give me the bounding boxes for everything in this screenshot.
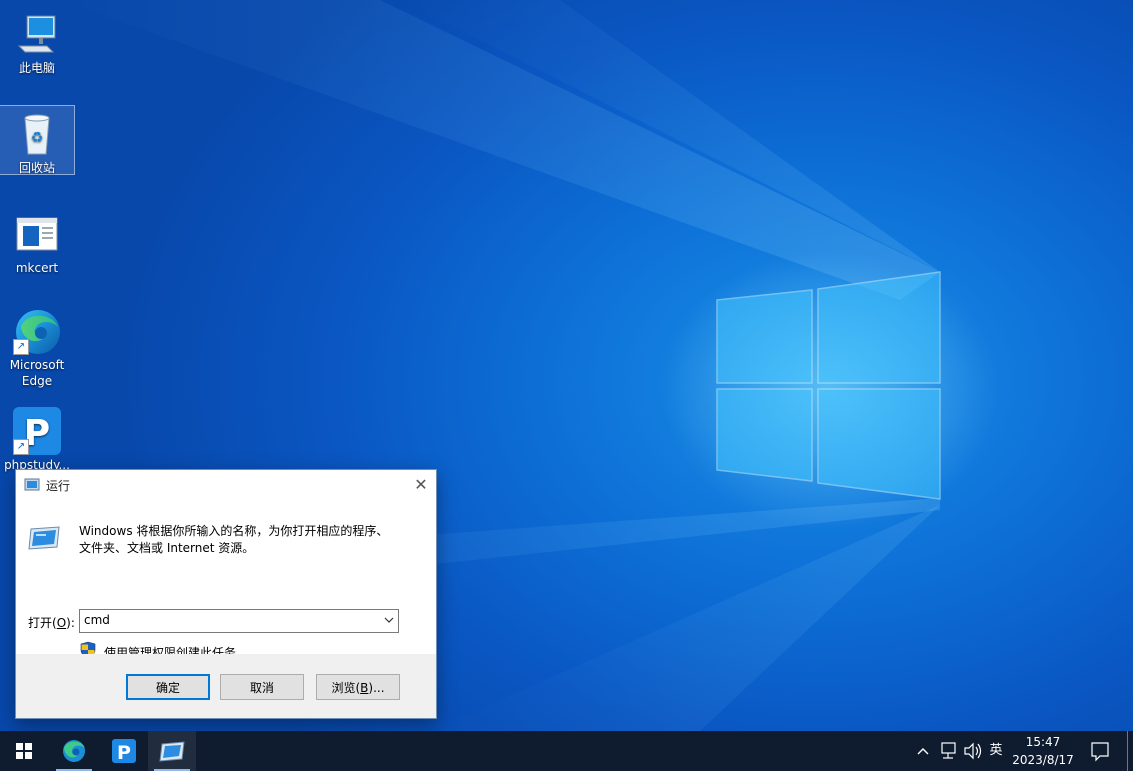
network-icon (941, 742, 956, 759)
run-dialog-title: 运行 (46, 479, 71, 493)
action-center[interactable] (1088, 731, 1112, 771)
network-tray[interactable] (938, 731, 960, 771)
clock[interactable]: 15:47 2023/8/17 (1008, 733, 1078, 769)
chevron-up-icon (917, 748, 929, 755)
taskbar-edge[interactable] (50, 731, 98, 771)
chevron-down-icon[interactable] (383, 614, 395, 629)
run-dialog-description: Windows 将根据你所输入的名称，为你打开相应的程序、 文件夹、文档或 In… (79, 524, 389, 555)
svg-text:♻: ♻ (31, 130, 44, 146)
desktop-icon-label: Edge (21, 374, 53, 388)
phpstudy-icon: P (112, 739, 136, 764)
taskbar-phpstudy[interactable]: P (100, 731, 148, 771)
browse-button[interactable]: 浏览(B)... (316, 674, 400, 700)
close-button[interactable]: ✕ (406, 470, 436, 500)
show-hidden-icons[interactable] (914, 731, 932, 771)
edge-icon (63, 740, 85, 762)
open-input-value: cmd (84, 613, 110, 627)
desktop-icon-phpstudy[interactable]: P ↗ phpstudy... (0, 403, 74, 473)
desktop-icon-this-pc[interactable]: 此电脑 (0, 6, 74, 76)
start-button[interactable] (0, 731, 48, 771)
windows-start-icon (16, 743, 32, 759)
desktop-icon-label: 回收站 (18, 161, 55, 175)
edge-icon: ↗ (13, 307, 61, 355)
shortcut-arrow-icon: ↗ (13, 439, 29, 455)
taskbar-run[interactable] (148, 731, 196, 771)
ok-button[interactable]: 确定 (126, 674, 210, 700)
notification-icon (1091, 742, 1109, 762)
windows-logo-wallpaper (716, 271, 941, 500)
run-icon (28, 526, 60, 553)
run-icon (24, 478, 40, 495)
clock-date: 2023/8/17 (1012, 753, 1074, 767)
speaker-icon (964, 742, 982, 760)
show-desktop-button[interactable] (1127, 731, 1128, 771)
desktop-icon-recycle-bin[interactable]: ♻ 回收站 (0, 105, 75, 175)
app-window-icon (13, 210, 61, 258)
open-label: 打开(O): (28, 616, 75, 630)
volume-tray[interactable] (962, 731, 984, 771)
taskbar: P 英 15:47 2023/8/17 (0, 731, 1133, 771)
run-dialog: 运行 ✕ Windows 将根据你所输入的名称，为你打开相应的程序、 文件夹、文… (15, 469, 437, 719)
phpstudy-icon: P ↗ (13, 407, 61, 455)
clock-time: 15:47 (1025, 735, 1061, 749)
svg-text:P: P (117, 742, 131, 764)
run-dialog-body: Windows 将根据你所输入的名称，为你打开相应的程序、 文件夹、文档或 In… (16, 500, 436, 660)
desktop-icon-edge[interactable]: ↗ Microsoft Edge (0, 303, 74, 389)
run-dialog-titlebar[interactable]: 运行 ✕ (16, 470, 436, 500)
run-dialog-footer: 确定 取消 浏览(B)... (16, 654, 436, 718)
desktop-icon-label: Microsoft (9, 358, 65, 372)
computer-icon (13, 10, 61, 58)
shortcut-arrow-icon: ↗ (13, 339, 29, 355)
desktop-icon-label: mkcert (15, 261, 59, 275)
cancel-button[interactable]: 取消 (220, 674, 304, 700)
open-input[interactable]: cmd (79, 609, 399, 633)
run-icon (159, 741, 185, 762)
desktop-icon-mkcert[interactable]: mkcert (0, 206, 74, 276)
input-language[interactable]: 英 (986, 731, 1006, 771)
desktop-icon-label: 此电脑 (18, 61, 55, 75)
recycle-bin-icon: ♻ (13, 110, 61, 158)
